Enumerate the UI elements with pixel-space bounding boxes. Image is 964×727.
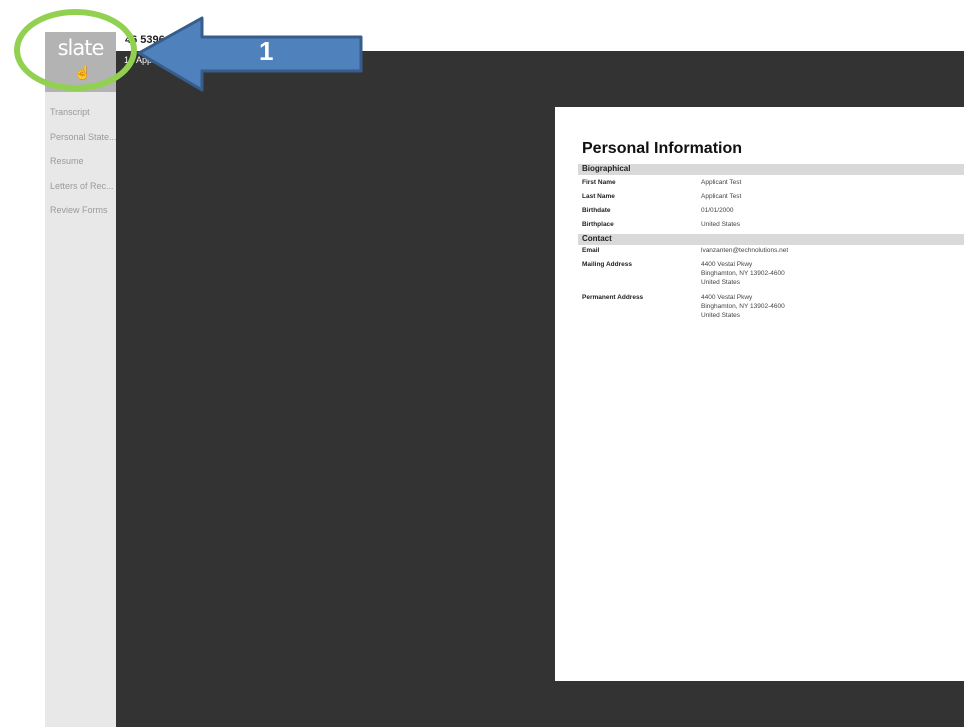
address-line: 4400 Vestal Pkwy [701, 294, 753, 301]
field-value-birthplace: United States [701, 221, 741, 228]
field-label-birthplace: Birthplace [582, 221, 614, 228]
sidebar-item-resume[interactable]: Resume [50, 153, 117, 178]
section-header-biographical: Biographical [578, 164, 964, 175]
field-label-first-name: First Name [582, 179, 616, 186]
address-line: United States [701, 279, 741, 286]
field-label-last-name: Last Name [582, 193, 615, 200]
field-value-mailing-address: 4400 Vestal Pkwy Binghamton, NY 13902-46… [701, 260, 785, 287]
pointer-arrow-icon [137, 16, 363, 92]
field-value-birthdate: 01/01/2000 [701, 207, 734, 214]
sidebar-item-personal-statement[interactable]: Personal State... [50, 129, 117, 154]
field-label-mailing-address: Mailing Address [582, 261, 632, 268]
field-value-first-name: Applicant Test [701, 179, 742, 186]
field-label-permanent-address: Permanent Address [582, 294, 644, 301]
address-line: United States [701, 312, 741, 319]
document-title: Personal Information [582, 140, 743, 157]
address-line: Binghamton, NY 13902-4600 [701, 270, 785, 277]
highlight-circle [14, 9, 137, 91]
step-number-label: 1 [259, 36, 274, 66]
document-viewer[interactable]: 1 / Applic Personal Information Biograph… [116, 51, 964, 727]
sidebar-nav: Transcript Personal State... Resume Lett… [50, 104, 117, 227]
section-title: Biographical [582, 164, 631, 173]
section-title: Contact [582, 234, 612, 243]
section-header-contact: Contact [578, 234, 964, 245]
field-label-birthdate: Birthdate [582, 207, 611, 214]
document-page: Personal Information Biographical First … [555, 107, 964, 681]
sidebar-item-letters-of-recommendation[interactable]: Letters of Rec... [50, 178, 117, 203]
address-line: Binghamton, NY 13902-4600 [701, 303, 785, 310]
field-value-permanent-address: 4400 Vestal Pkwy Binghamton, NY 13902-46… [701, 293, 785, 320]
field-label-email: Email [582, 247, 600, 254]
field-value-email: lvanzanten@technolutions.net [701, 247, 789, 254]
address-line: 4400 Vestal Pkwy [701, 261, 753, 268]
sidebar-item-review-forms[interactable]: Review Forms [50, 202, 117, 227]
sidebar-item-transcript[interactable]: Transcript [50, 104, 117, 129]
field-value-last-name: Applicant Test [701, 193, 742, 200]
